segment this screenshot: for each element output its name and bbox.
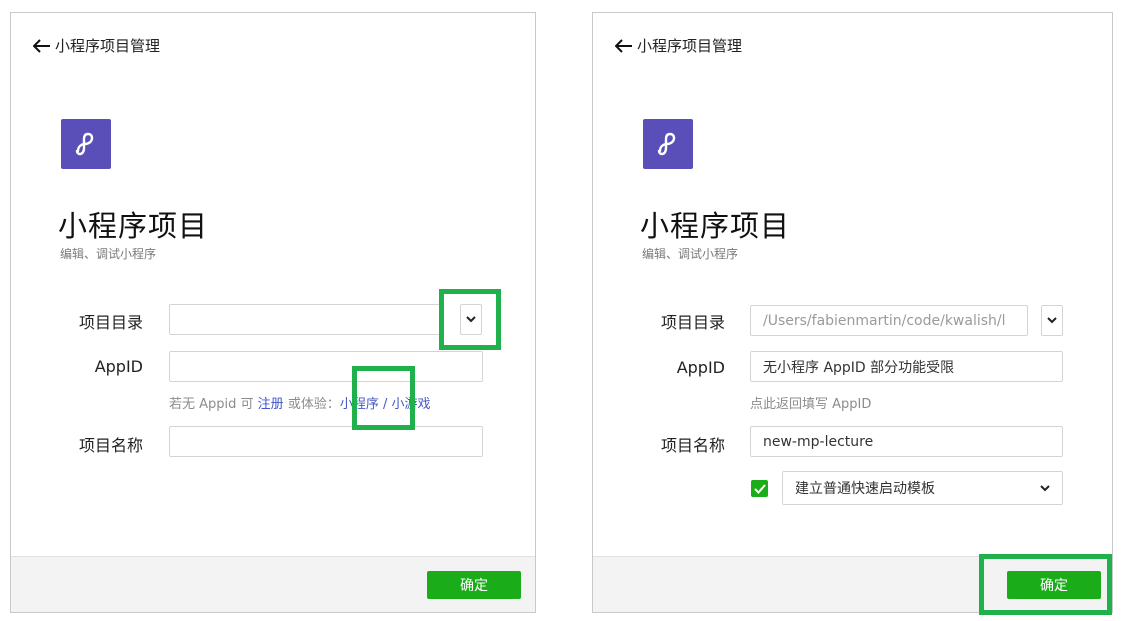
confirm-button[interactable]: 确定 xyxy=(427,571,521,599)
appid-label: AppID xyxy=(676,358,725,377)
miniprogram-logo-icon xyxy=(643,119,693,169)
name-input[interactable]: new-mp-lecture xyxy=(750,426,1063,457)
appid-input[interactable]: 无小程序 AppID 部分功能受限 xyxy=(750,351,1063,382)
name-label: 项目名称 xyxy=(660,436,725,455)
dir-input[interactable] xyxy=(169,304,441,335)
hint-prefix: 若无 Appid 可 xyxy=(169,397,258,412)
appid-label: AppID xyxy=(94,357,143,376)
miniprogram-logo-icon xyxy=(61,119,111,169)
template-select-value: 建立普通快速启动模板 xyxy=(795,481,935,497)
project-panel-left: 小程序项目管理 小程序项目 编辑、调试小程序 项目目录 AppID 若无 App… xyxy=(10,12,536,613)
dir-input[interactable]: /Users/fabienmartin/code/kwalish/l xyxy=(750,305,1028,336)
appid-return-link[interactable]: 点此返回填写 AppID xyxy=(750,393,871,412)
page-subtitle: 编辑、调试小程序 xyxy=(60,247,157,261)
template-checkbox[interactable] xyxy=(751,480,768,497)
register-link[interactable]: 注册 xyxy=(258,397,284,412)
project-panel-right: 小程序项目管理 小程序项目 编辑、调试小程序 项目目录 /Users/fabie… xyxy=(592,12,1113,615)
back-label: 小程序项目管理 xyxy=(637,37,743,55)
page-subtitle: 编辑、调试小程序 xyxy=(642,247,739,261)
dir-label: 项目目录 xyxy=(78,313,143,332)
back-nav[interactable]: 小程序项目管理 xyxy=(615,35,742,56)
highlight-box-confirm xyxy=(979,554,1112,615)
checkmark-icon xyxy=(753,483,766,494)
template-select[interactable]: 建立普通快速启动模板 xyxy=(782,471,1063,505)
panel-footer: 确定 xyxy=(11,556,535,612)
chevron-down-icon xyxy=(1047,317,1057,324)
name-label: 项目名称 xyxy=(78,436,143,455)
back-label: 小程序项目管理 xyxy=(55,37,161,55)
dir-label: 项目目录 xyxy=(660,313,725,332)
highlight-box-miniprogram xyxy=(352,366,415,430)
page-title: 小程序项目 xyxy=(58,209,209,243)
name-input[interactable] xyxy=(169,426,483,457)
back-arrow-icon xyxy=(33,38,50,53)
chevron-down-icon xyxy=(1040,484,1050,491)
back-nav[interactable]: 小程序项目管理 xyxy=(33,35,160,56)
highlight-box-dropdown xyxy=(439,289,501,350)
back-arrow-icon xyxy=(615,38,632,53)
dir-dropdown-button[interactable] xyxy=(1041,305,1063,336)
page-title: 小程序项目 xyxy=(640,209,791,243)
appid-input[interactable] xyxy=(169,351,483,382)
hint-middle: 或体验： xyxy=(283,397,340,412)
